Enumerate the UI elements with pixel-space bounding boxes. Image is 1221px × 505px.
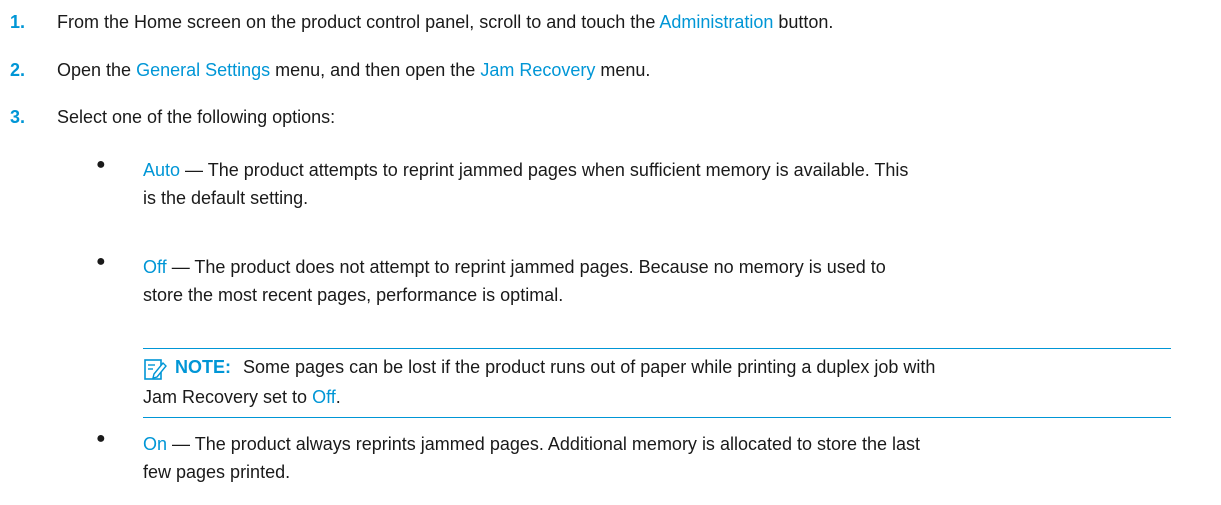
note-text: Some pages can be lost if the product ru…	[243, 357, 936, 377]
option-text: Auto — The product attempts to reprint j…	[143, 156, 1163, 212]
option-line: store the most recent pages, performance…	[143, 285, 564, 305]
step-number: 2.	[10, 60, 26, 80]
option-line: The product does not attempt to reprint …	[194, 257, 886, 277]
bullet-icon: ●	[96, 253, 106, 270]
step-text: Select one of the following options:	[57, 107, 336, 127]
option-separator: —	[167, 434, 195, 454]
option-line: The product always reprints jammed pages…	[194, 434, 921, 454]
step-text: From the Home screen on the product cont…	[57, 12, 833, 33]
step-number: 3.	[10, 107, 26, 127]
step-text-part: button.	[773, 12, 834, 32]
bullet-icon: ●	[96, 156, 106, 173]
step-number: 1.	[10, 12, 26, 32]
note-text: Jam Recovery set to	[143, 387, 313, 407]
option-off-link[interactable]: Off	[143, 257, 167, 277]
option-separator: —	[166, 257, 195, 277]
jam-recovery-link[interactable]: Jam Recovery	[480, 60, 595, 80]
option-separator: —	[180, 160, 208, 180]
step-text-part: menu, and then open the	[270, 60, 481, 80]
note-line: Jam Recovery set to Off.	[143, 387, 341, 408]
step-text-part: Open the	[57, 60, 137, 80]
option-line: The product attempts to reprint jammed p…	[207, 160, 909, 180]
note-line: NOTE: Some pages can be lost if the produ…	[175, 357, 935, 378]
note-off-link[interactable]: Off	[312, 387, 336, 407]
note-box: NOTE: Some pages can be lost if the produ…	[143, 348, 1171, 418]
step-text-part: From the Home screen on the product cont…	[57, 12, 660, 32]
step-text: Open the General Settings menu, and then…	[57, 60, 650, 81]
option-line: few pages printed.	[143, 462, 291, 482]
option-on-link[interactable]: On	[143, 434, 167, 454]
option-auto-link[interactable]: Auto	[143, 160, 180, 180]
note-label: NOTE:	[175, 357, 231, 377]
general-settings-link[interactable]: General Settings	[136, 60, 270, 80]
option-text: Off — The product does not attempt to re…	[143, 253, 1163, 309]
option-line: is the default setting.	[143, 188, 309, 208]
option-text: On — The product always reprints jammed …	[143, 430, 1163, 486]
bullet-icon: ●	[96, 430, 106, 447]
note-text: .	[335, 387, 341, 407]
document-page: 1. From the Home screen on the product c…	[0, 0, 1221, 505]
step-text-part: menu.	[595, 60, 651, 80]
administration-link[interactable]: Administration	[659, 12, 773, 32]
note-pencil-icon	[144, 359, 167, 380]
